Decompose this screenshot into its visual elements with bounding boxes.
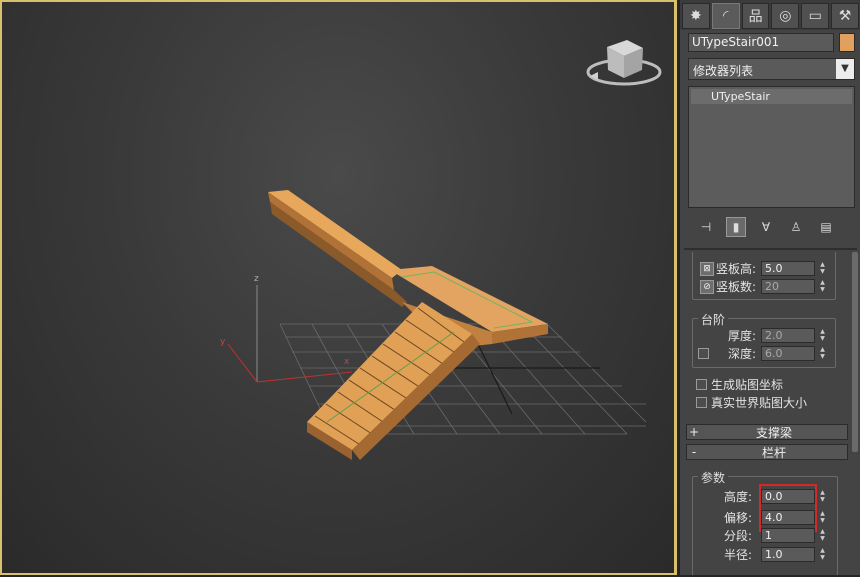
railing-radius-label: 半径: <box>724 548 753 562</box>
command-panel: ✸ ◜ 品 ◎ ▭ ⚒ UTypeStair001 修改器列表 ▼ UTypeS… <box>679 0 860 575</box>
stringers-rollout[interactable]: + 支撑梁 <box>686 424 848 440</box>
remove-modifier-icon[interactable]: ♙ <box>786 217 806 237</box>
step-depth-arrows[interactable]: ▲ ▼ <box>818 346 827 361</box>
railing-height-label: 高度: <box>724 490 753 504</box>
step-depth-spinner[interactable]: 6.0 <box>761 346 815 361</box>
parameters-rollouts: ⊠ 竖板高: 5.0 ▲ ▼ ⊘ 竖板数: 20 ▲ ▼ 台阶 厚度: 2.0 ▲ ▼… <box>684 252 850 575</box>
show-end-result-icon[interactable]: ▮ <box>726 217 746 237</box>
pin-stack-icon[interactable]: ⊣ <box>696 217 716 237</box>
expand-icon: + <box>688 425 700 439</box>
modify-tab[interactable]: ◜ <box>711 3 740 29</box>
step-thickness-label: 厚度: <box>728 329 757 343</box>
command-panel-tabs: ✸ ◜ 品 ◎ ▭ ⚒ <box>680 0 860 30</box>
make-unique-icon[interactable]: ∀ <box>756 217 776 237</box>
riser-group <box>692 252 836 300</box>
railing-segments-label: 分段: <box>724 529 753 543</box>
configure-sets-icon[interactable]: ▤ <box>816 217 836 237</box>
panel-scrollbar[interactable] <box>852 252 858 452</box>
railing-params-title: 参数 <box>698 469 729 486</box>
hierarchy-tab[interactable]: 品 <box>741 3 770 29</box>
railing-segments-arrows[interactable]: ▲ ▼ <box>818 528 827 543</box>
object-name-field[interactable]: UTypeStair001 <box>688 33 834 52</box>
gen-map-coords-checkbox[interactable] <box>696 379 707 390</box>
create-tab[interactable]: ✸ <box>682 3 710 29</box>
display-tab[interactable]: ▭ <box>801 3 830 29</box>
step-thickness-spinner[interactable]: 2.0 <box>761 328 815 343</box>
collapse-icon: - <box>691 445 697 459</box>
railing-radius-spinner[interactable]: 1.0 <box>761 547 815 562</box>
step-depth-label: 深度: <box>728 347 757 361</box>
view-cube <box>586 40 662 86</box>
x-axis-label: x <box>344 357 350 367</box>
chevron-down-icon[interactable]: ▼ <box>836 59 854 79</box>
modifier-stack[interactable]: UTypeStair <box>688 86 855 208</box>
utilities-tab[interactable]: ⚒ <box>831 3 859 29</box>
stringers-rollout-title: 支撑梁 <box>755 425 792 440</box>
viewport-scene: z y x <box>220 40 662 460</box>
motion-tab[interactable]: ◎ <box>771 3 800 29</box>
upper-stair-flight <box>268 190 407 307</box>
modifier-list-dropdown[interactable]: 修改器列表 ▼ <box>688 58 855 80</box>
perspective-viewport[interactable]: z y x <box>0 0 677 575</box>
railing-segments-spinner[interactable]: 1 <box>761 528 815 543</box>
y-axis-label: y <box>220 337 226 347</box>
railing-offset-arrows[interactable]: ▲ ▼ <box>818 510 827 525</box>
modifier-list-label: 修改器列表 <box>693 64 754 78</box>
real-world-map-checkbox[interactable] <box>696 397 707 408</box>
railing-offset-label: 偏移: <box>724 511 753 525</box>
stack-item-utypestair[interactable]: UTypeStair <box>691 89 852 104</box>
gen-map-coords-label: 生成贴图坐标 <box>711 378 784 392</box>
axis-tripod: z y x <box>220 274 353 383</box>
step-thickness-arrows[interactable]: ▲ ▼ <box>818 328 827 343</box>
railing-height-arrows[interactable]: ▲ ▼ <box>818 489 827 504</box>
z-axis-label: z <box>254 274 259 284</box>
stack-toolbar: ⊣ ▮ ∀ ♙ ▤ <box>688 214 855 240</box>
lower-stair-flight <box>307 302 480 460</box>
divider <box>684 248 857 250</box>
highlight-box <box>759 484 817 532</box>
railings-rollout-title: 栏杆 <box>761 445 786 460</box>
railing-radius-arrows[interactable]: ▲ ▼ <box>818 547 827 562</box>
object-color-swatch[interactable] <box>839 33 855 52</box>
step-depth-checkbox[interactable] <box>698 348 709 359</box>
real-world-map-label: 真实世界贴图大小 <box>711 396 808 410</box>
steps-group-title: 台阶 <box>698 311 729 328</box>
railings-rollout[interactable]: - 栏杆 <box>686 444 848 460</box>
